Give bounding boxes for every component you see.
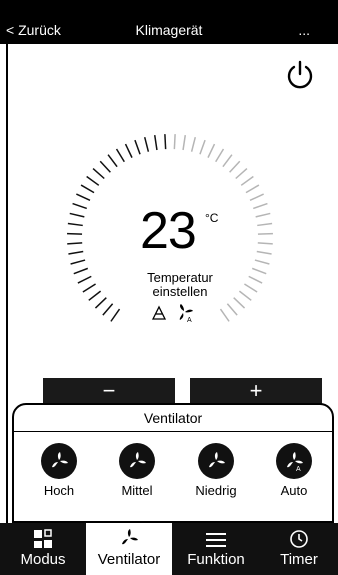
- auto-fan-icon: A: [276, 443, 312, 479]
- dial-tick: [77, 275, 92, 284]
- power-icon[interactable]: [284, 59, 316, 91]
- dial-tick: [235, 167, 248, 180]
- decrease-temperature-button[interactable]: −: [43, 378, 175, 404]
- dial-tick: [124, 143, 133, 158]
- more-button[interactable]: ...: [298, 22, 310, 38]
- dial-tick: [134, 139, 141, 155]
- fan-speed-label: Mittel: [121, 483, 153, 498]
- dial-tick: [229, 160, 241, 173]
- auto-fan-icon: A: [179, 304, 193, 323]
- dial-tick: [226, 303, 238, 316]
- dial-tick: [238, 290, 252, 301]
- tab-label: Funktion: [187, 551, 245, 568]
- dial-tick: [233, 297, 246, 309]
- dial-tick: [207, 143, 216, 158]
- menu-icon: [206, 533, 226, 547]
- fan-icon: [198, 443, 234, 479]
- frame-divider: [6, 44, 8, 534]
- dial-tick: [253, 202, 268, 210]
- dial-tick: [88, 290, 102, 301]
- fan-panel-title: Ventilator: [14, 405, 332, 432]
- dial-tick: [251, 267, 267, 275]
- dial-tick: [110, 308, 121, 322]
- dial-tick: [249, 193, 264, 202]
- fan-speed-auto[interactable]: A Auto: [262, 443, 326, 498]
- dial-tick: [86, 175, 100, 186]
- dial-tick: [219, 308, 230, 322]
- status-icons: A: [151, 304, 193, 323]
- dial-tick: [222, 154, 233, 168]
- dial-tick: [199, 139, 206, 155]
- dial-tick: [173, 134, 176, 150]
- fan-speed-low[interactable]: Niedrig: [184, 443, 248, 498]
- dial-tick: [240, 175, 254, 186]
- dial-tick: [257, 222, 273, 227]
- tab-ventilator[interactable]: Ventilator: [86, 523, 172, 575]
- fan-icon: [122, 529, 138, 545]
- tab-funktion[interactable]: Funktion: [172, 523, 260, 575]
- dial-tick: [182, 135, 187, 151]
- clock-icon: [290, 530, 308, 548]
- tab-modus[interactable]: Modus: [0, 523, 86, 575]
- page-title: Klimagerät: [135, 22, 203, 38]
- recycle-icon: [151, 305, 167, 320]
- dial-tick: [73, 267, 89, 275]
- dial-tick: [164, 134, 167, 150]
- increase-temperature-button[interactable]: +: [190, 378, 322, 404]
- dial-tick: [248, 275, 263, 284]
- dial-tick: [68, 250, 84, 255]
- fan-speed-panel: Ventilator Hoch Mittel Niedrig A Auto: [12, 403, 334, 523]
- dial-tick: [69, 212, 85, 218]
- fan-speed-label: Auto: [280, 483, 308, 498]
- dial-tick: [153, 135, 158, 151]
- tab-label: Ventilator: [97, 551, 161, 568]
- dial-tick: [254, 259, 270, 265]
- dial-tick: [255, 212, 271, 218]
- svg-text:A: A: [187, 317, 192, 323]
- fan-speed-high[interactable]: Hoch: [27, 443, 91, 498]
- dial-tick: [190, 136, 197, 152]
- dial-tick: [67, 242, 83, 245]
- dial-tick: [245, 184, 260, 194]
- temperature-unit: °C: [205, 211, 219, 225]
- dial-tick: [67, 222, 83, 227]
- fan-speed-label: Hoch: [43, 483, 75, 498]
- dial-tick: [94, 297, 107, 309]
- dial-tick: [99, 160, 111, 173]
- top-bar: < Zurück Klimagerät ...: [0, 0, 338, 44]
- fan-speed-medium[interactable]: Mittel: [105, 443, 169, 498]
- dial-tick: [257, 242, 273, 245]
- temperature-label: Temperatur einstellen: [120, 271, 240, 299]
- dial-tick: [76, 193, 91, 202]
- dial-tick: [107, 154, 118, 168]
- dial-tick: [82, 283, 96, 293]
- tab-label: Timer: [280, 551, 318, 568]
- temperature-label-line2: einstellen: [152, 284, 208, 299]
- tab-timer[interactable]: Timer: [260, 523, 338, 575]
- fan-speed-label: Niedrig: [195, 483, 237, 498]
- dial-tick: [115, 148, 125, 163]
- dial-tick: [92, 167, 105, 180]
- dial-tick: [244, 283, 258, 293]
- dial-tick: [215, 148, 225, 163]
- dial-tick: [143, 136, 150, 152]
- svg-text:A: A: [296, 466, 301, 472]
- temperature-label-line1: Temperatur: [147, 270, 213, 285]
- bottom-tab-bar: Modus Ventilator Funktion Timer: [0, 523, 338, 575]
- tab-label: Modus: [20, 551, 66, 568]
- dial-tick: [70, 259, 86, 265]
- fan-icon: [41, 443, 77, 479]
- grid-icon: [34, 529, 52, 548]
- dial-tick: [72, 202, 87, 210]
- dial-tick: [102, 303, 114, 316]
- dial-tick: [80, 184, 95, 194]
- dial-tick: [256, 250, 272, 255]
- fan-icon: [119, 443, 155, 479]
- temperature-value: 23: [140, 202, 197, 260]
